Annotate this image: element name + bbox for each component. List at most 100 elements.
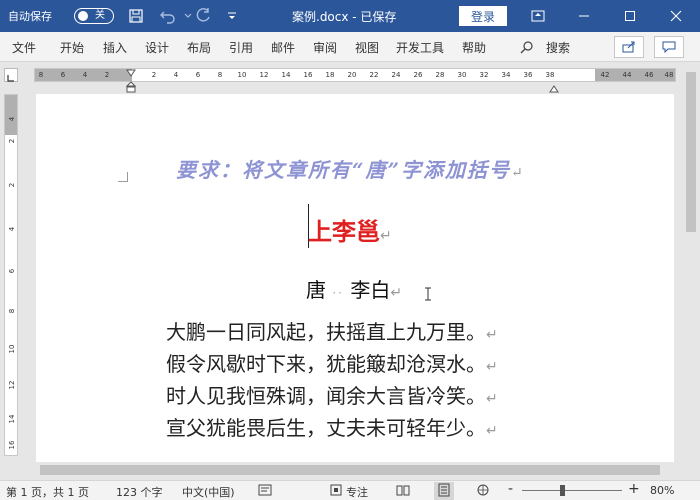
ibeam-cursor-icon [424,286,432,301]
document-page[interactable]: 要求：将文章所有“唐”字添加括号↵ 上李邕↵ 唐 ·· 李白↵ 大鹏一日同风起，… [36,94,674,462]
horizontal-scroll-thumb[interactable] [40,465,660,475]
language-status[interactable]: 中文(中国) [182,484,235,500]
paragraph-mark: ↵ [511,165,525,181]
menu-references[interactable]: 引用 [229,39,253,56]
share-button[interactable] [614,36,644,58]
minimize-icon[interactable] [574,6,594,26]
ruler-number: 36 [523,71,533,79]
ruler-number: 42 [600,71,610,79]
menu-view[interactable]: 视图 [355,39,379,56]
read-mode-icon[interactable] [396,484,410,499]
ruler-number: 4 [173,71,179,79]
author-separator: ·· [332,286,344,300]
vertical-ruler[interactable]: 4 2 2 4 6 8 10 12 14 16 [4,94,18,456]
ruler-number: 26 [413,71,423,79]
document-title: 案例.docx - 已保存 [292,10,397,24]
close-icon[interactable] [666,6,686,26]
ruler-number: 28 [435,71,445,79]
web-layout-icon[interactable] [476,484,490,499]
maximize-icon[interactable] [620,6,640,26]
vruler-number: 2 [8,138,16,144]
title-bar: 自动保存 关 案例.docx - 已保存 登录 [0,0,700,32]
vertical-scrollbar[interactable] [682,62,700,462]
zoom-slider-track[interactable] [522,490,622,491]
ruler-number: 10 [237,71,247,79]
ruler-number: 2 [151,71,157,79]
menu-file[interactable]: 文件 [12,39,36,56]
vruler-number: 14 [8,414,16,424]
print-layout-icon[interactable] [434,482,454,500]
ruler-number: 24 [391,71,401,79]
toggle-knob [78,11,88,21]
menu-help[interactable]: 帮助 [462,39,486,56]
focus-label[interactable]: 专注 [346,484,368,500]
poem-line[interactable]: 时人见我恒殊调，闻余大言皆冷笑。↵ [166,380,498,409]
zoom-level[interactable]: 80% [650,484,674,497]
poem-line[interactable]: 宣父犹能畏后生，丈夫未可轻年少。↵ [166,412,498,441]
vruler-number: 4 [8,116,16,122]
paragraph-mark: ↵ [486,391,498,407]
ruler-number: 6 [195,71,201,79]
requirement-content: 要求：将文章所有“唐”字添加括号 [176,158,512,182]
save-icon[interactable] [126,6,146,26]
ruler-number: 22 [369,71,379,79]
ruler-number: 2 [104,71,110,79]
ruler-number: 20 [347,71,357,79]
autosave-toggle[interactable]: 关 [74,8,114,24]
poem-title-text: 上李邕 [308,218,380,246]
poem-line-text: 假令风歇时下来，犹能簸却沧溟水。 [166,352,486,376]
author-dynasty: 唐 [306,278,326,302]
autosave-state: 关 [95,10,105,21]
poem-author[interactable]: 唐 ·· 李白↵ [306,274,402,303]
ruler-number: 6 [60,71,66,79]
menu-insert[interactable]: 插入 [103,39,127,56]
zoom-slider-thumb[interactable] [560,485,565,496]
undo-icon[interactable] [158,6,178,26]
customize-toolbar-icon[interactable] [222,6,242,26]
ruler-number: 16 [303,71,313,79]
status-bar: 第 1 页，共 1 页 123 个字 中文(中国) 专注 - + 80% [0,480,700,500]
poem-line-text: 时人见我恒殊调，闻余大言皆冷笑。 [166,384,486,408]
tab-selector[interactable] [4,68,18,82]
ruler-number: 14 [281,71,291,79]
search-icon[interactable] [520,40,534,57]
paragraph-mark: ↵ [390,285,403,301]
poem-line[interactable]: 假令风歇时下来，犹能簸却沧溟水。↵ [166,348,498,377]
requirement-text[interactable]: 要求：将文章所有“唐”字添加括号↵ [176,154,525,183]
ruler-number: 12 [259,71,269,79]
vruler-number: 12 [8,380,16,390]
ruler-number: 34 [501,71,511,79]
menu-bar: 文件 开始 插入 设计 布局 引用 邮件 审阅 视图 开发工具 帮助 搜索 [0,32,700,62]
ribbon-display-icon[interactable] [528,6,548,26]
vruler-number: 8 [8,308,16,314]
menu-review[interactable]: 审阅 [313,39,337,56]
vruler-number: 4 [8,226,16,232]
zoom-out-button[interactable]: - [508,481,513,497]
menu-design[interactable]: 设计 [145,39,169,56]
poem-title[interactable]: 上李邕↵ [308,212,392,247]
zoom-in-button[interactable]: + [628,481,640,497]
ruler-number: 8 [217,71,223,79]
comments-button[interactable] [654,36,684,58]
ruler-number: 48 [664,71,674,79]
menu-home[interactable]: 开始 [60,39,84,56]
vruler-number: 6 [8,268,16,274]
poem-line-text: 宣父犹能畏后生，丈夫未可轻年少。 [166,416,486,440]
poem-line[interactable]: 大鹏一日同风起，扶摇直上九万里。↵ [166,316,498,345]
poem-line-text: 大鹏一日同风起，扶摇直上九万里。 [166,320,486,344]
menu-layout[interactable]: 布局 [187,39,211,56]
ruler-number: 30 [457,71,467,79]
proofing-icon[interactable] [258,484,272,499]
word-count[interactable]: 123 个字 [116,484,163,500]
ruler-number: 8 [38,71,44,79]
ruler-number: 32 [479,71,489,79]
menu-developer[interactable]: 开发工具 [396,39,444,56]
page-count[interactable]: 第 1 页，共 1 页 [6,484,89,500]
vertical-scroll-thumb[interactable] [686,72,696,232]
redo-icon[interactable] [194,6,214,26]
search-label[interactable]: 搜索 [546,39,570,56]
menu-mailings[interactable]: 邮件 [271,39,295,56]
horizontal-scrollbar[interactable] [36,462,682,478]
focus-icon[interactable] [330,484,342,499]
login-button[interactable]: 登录 [459,6,507,26]
